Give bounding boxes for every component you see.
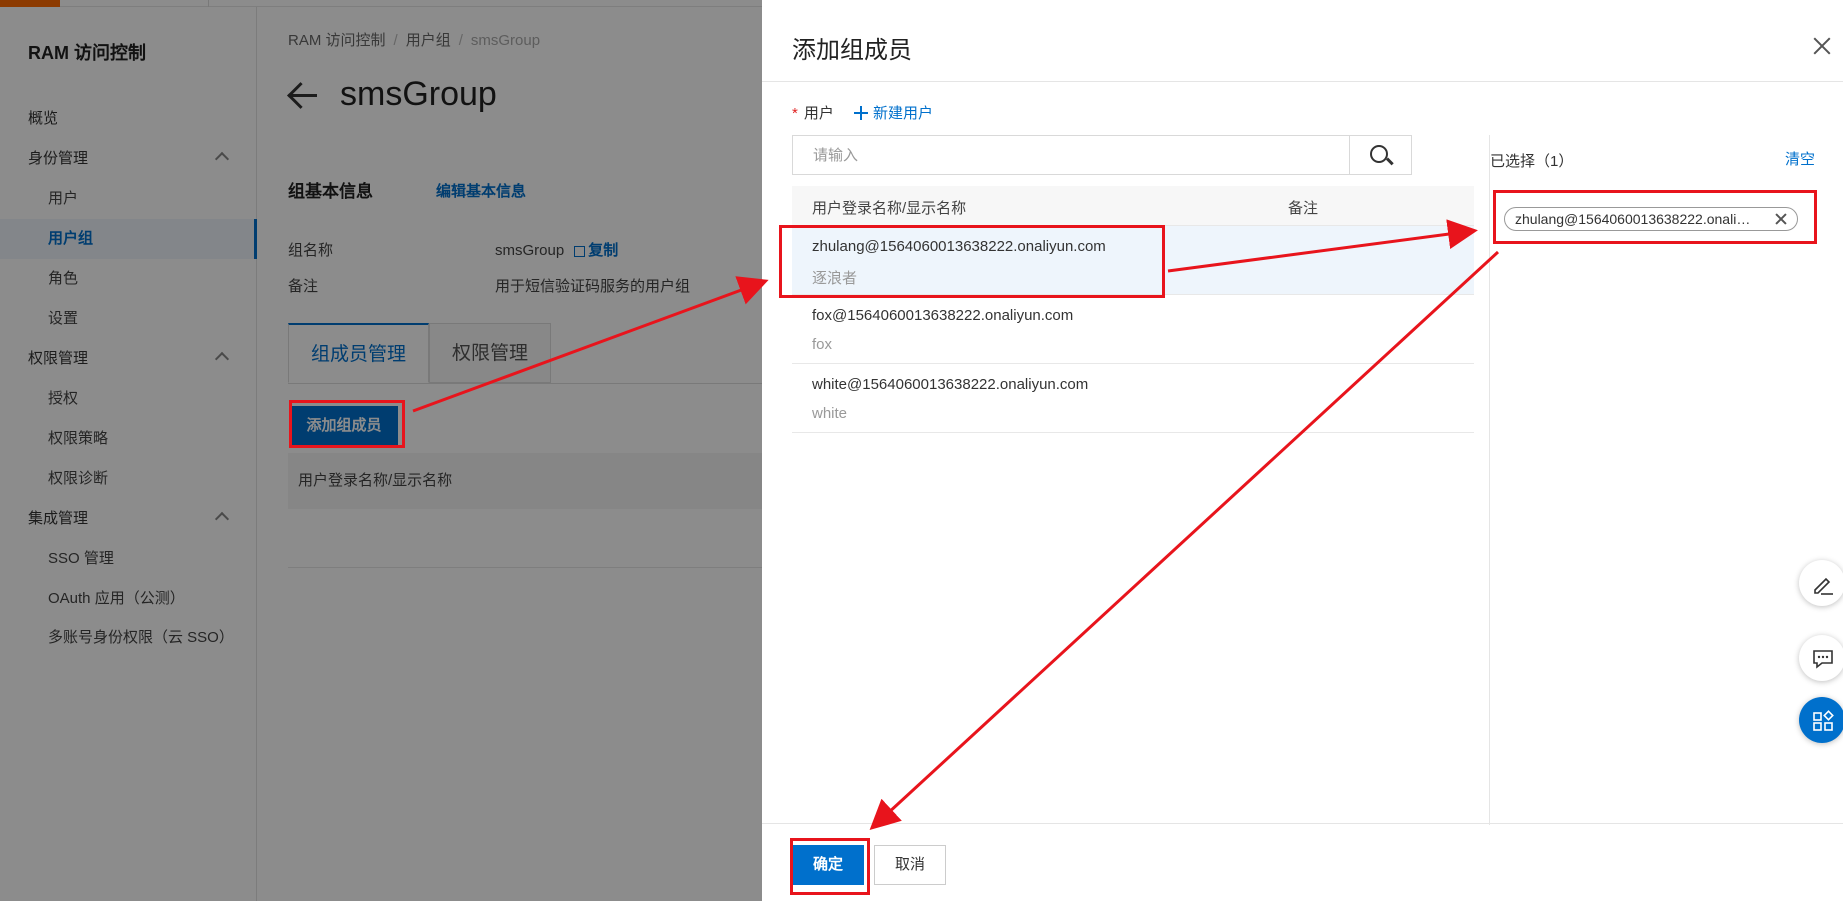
annotation-box <box>790 838 870 895</box>
feedback-icon <box>1813 650 1833 669</box>
annotation-box <box>289 400 405 448</box>
search-icon[interactable] <box>1349 136 1411 174</box>
annotation-box <box>779 225 1165 298</box>
column-header: 用户登录名称/显示名称 <box>812 200 967 217</box>
required-marker: * <box>792 105 798 122</box>
selected-panel-divider <box>1489 135 1490 825</box>
selected-count-label: 已选择（1） <box>1490 153 1574 170</box>
apps-float-button[interactable] <box>1799 697 1843 743</box>
user-field-label: * 用户 <box>792 102 834 123</box>
plus-icon <box>854 105 868 120</box>
user-display-name: fox <box>812 336 833 353</box>
apps-icon <box>1813 710 1834 731</box>
cancel-button[interactable]: 取消 <box>874 845 946 885</box>
annotation-box <box>1493 190 1817 244</box>
table-row[interactable]: white@1564060013638222.onaliyun.com whit… <box>792 364 1474 433</box>
new-user-link[interactable]: 新建用户 <box>854 102 933 123</box>
divider <box>762 823 1843 824</box>
new-user-label: 新建用户 <box>873 105 934 122</box>
column-header: 备注 <box>1288 200 1319 217</box>
search-box <box>792 135 1412 175</box>
edit-float-button[interactable] <box>1799 560 1843 606</box>
table-header: 用户登录名称/显示名称 备注 <box>792 186 1474 226</box>
user-login-name: fox@1564060013638222.onaliyun.com <box>812 307 1074 324</box>
feedback-float-button[interactable] <box>1799 635 1843 681</box>
edit-icon <box>1814 577 1833 595</box>
add-member-drawer: 添加组成员 * 用户 新建用户 用户登录名称/显示名称 备注 zhulang@15… <box>762 0 1843 901</box>
drawer-title: 添加组成员 <box>792 37 912 64</box>
clear-selection-link[interactable]: 清空 <box>1785 148 1815 169</box>
user-display-name: white <box>812 405 848 422</box>
divider <box>762 81 1843 82</box>
user-login-name: white@1564060013638222.onaliyun.com <box>812 376 1089 393</box>
table-row[interactable]: fox@1564060013638222.onaliyun.com fox <box>792 295 1474 364</box>
user-table: 用户登录名称/显示名称 备注 zhulang@1564060013638222.… <box>792 186 1474 433</box>
close-icon[interactable] <box>1812 36 1832 56</box>
field-label-text: 用户 <box>803 105 834 122</box>
search-input[interactable] <box>793 136 1349 174</box>
